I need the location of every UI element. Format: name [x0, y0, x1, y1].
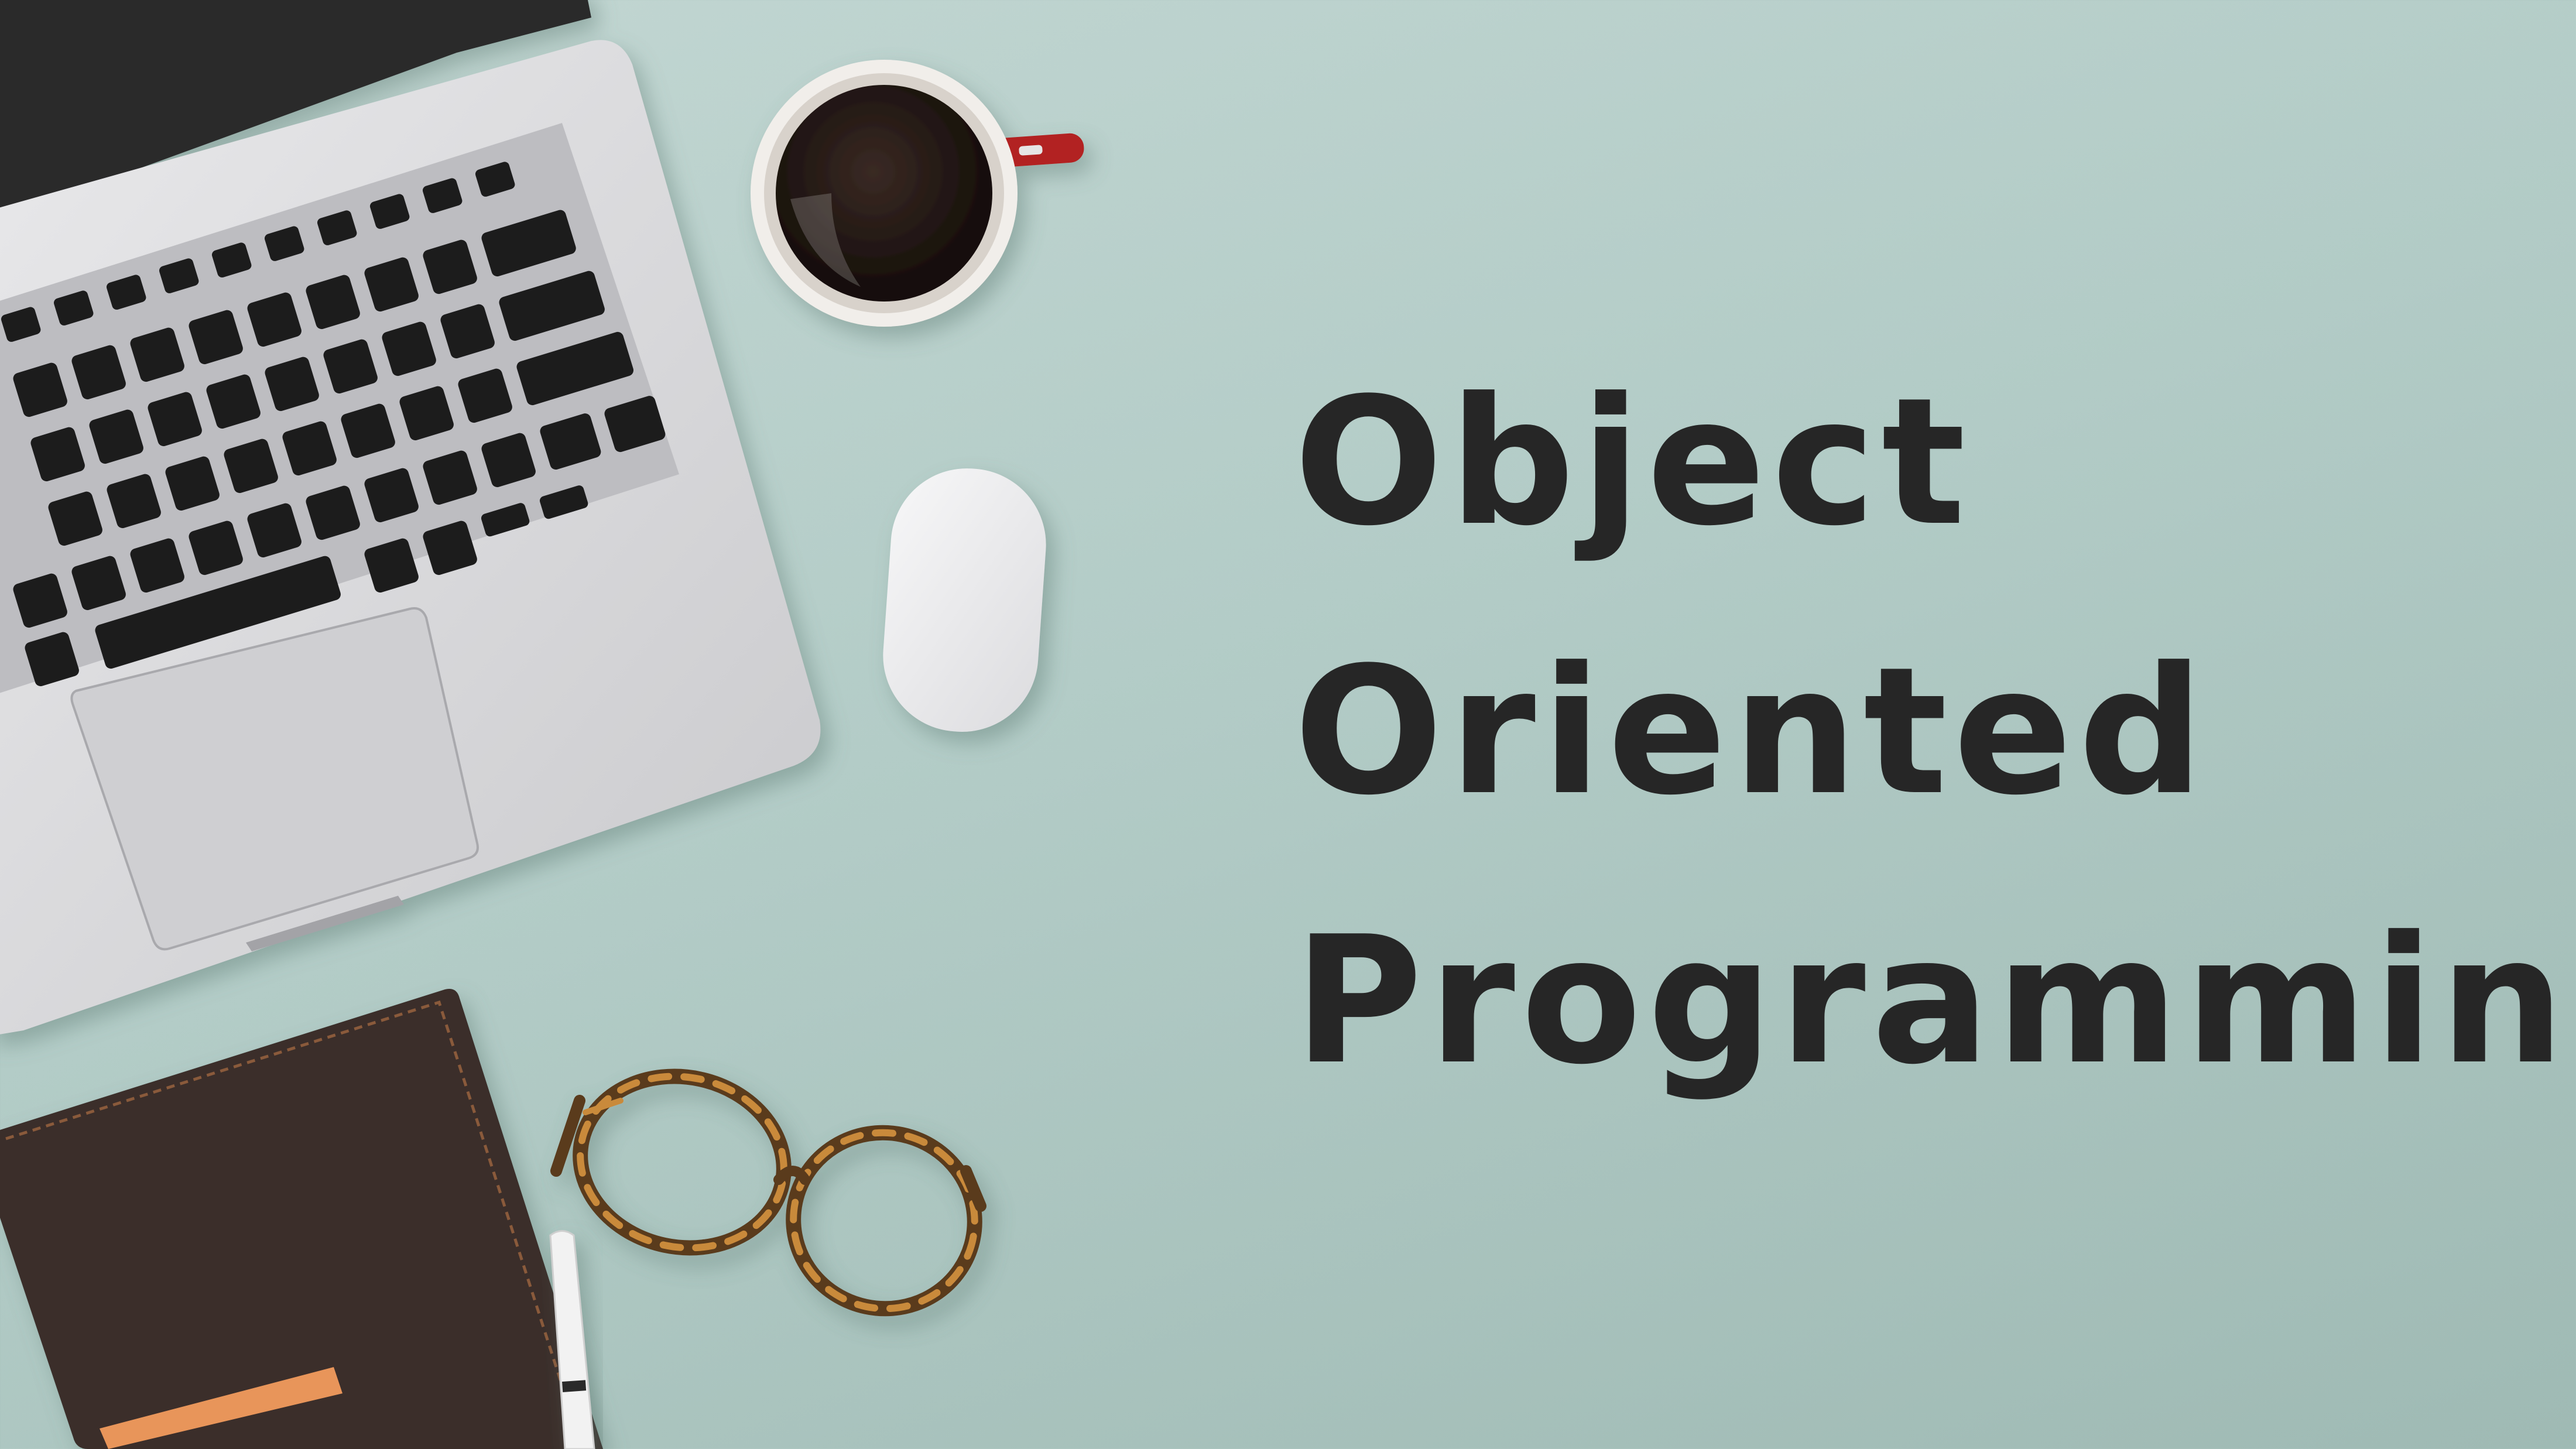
notebook-icon: [0, 989, 603, 1449]
mouse-icon: [883, 468, 1046, 732]
title-line-1: Object: [1294, 360, 1972, 564]
title-line-2: Oriented: [1294, 629, 2210, 834]
page-title: Object Oriented Programming: [1294, 328, 2576, 1136]
title-line-3: Programming: [1294, 899, 2576, 1103]
glasses-icon: [550, 1068, 986, 1317]
laptop-icon: [0, 0, 821, 1034]
coffee-cup-icon: [751, 60, 1084, 327]
